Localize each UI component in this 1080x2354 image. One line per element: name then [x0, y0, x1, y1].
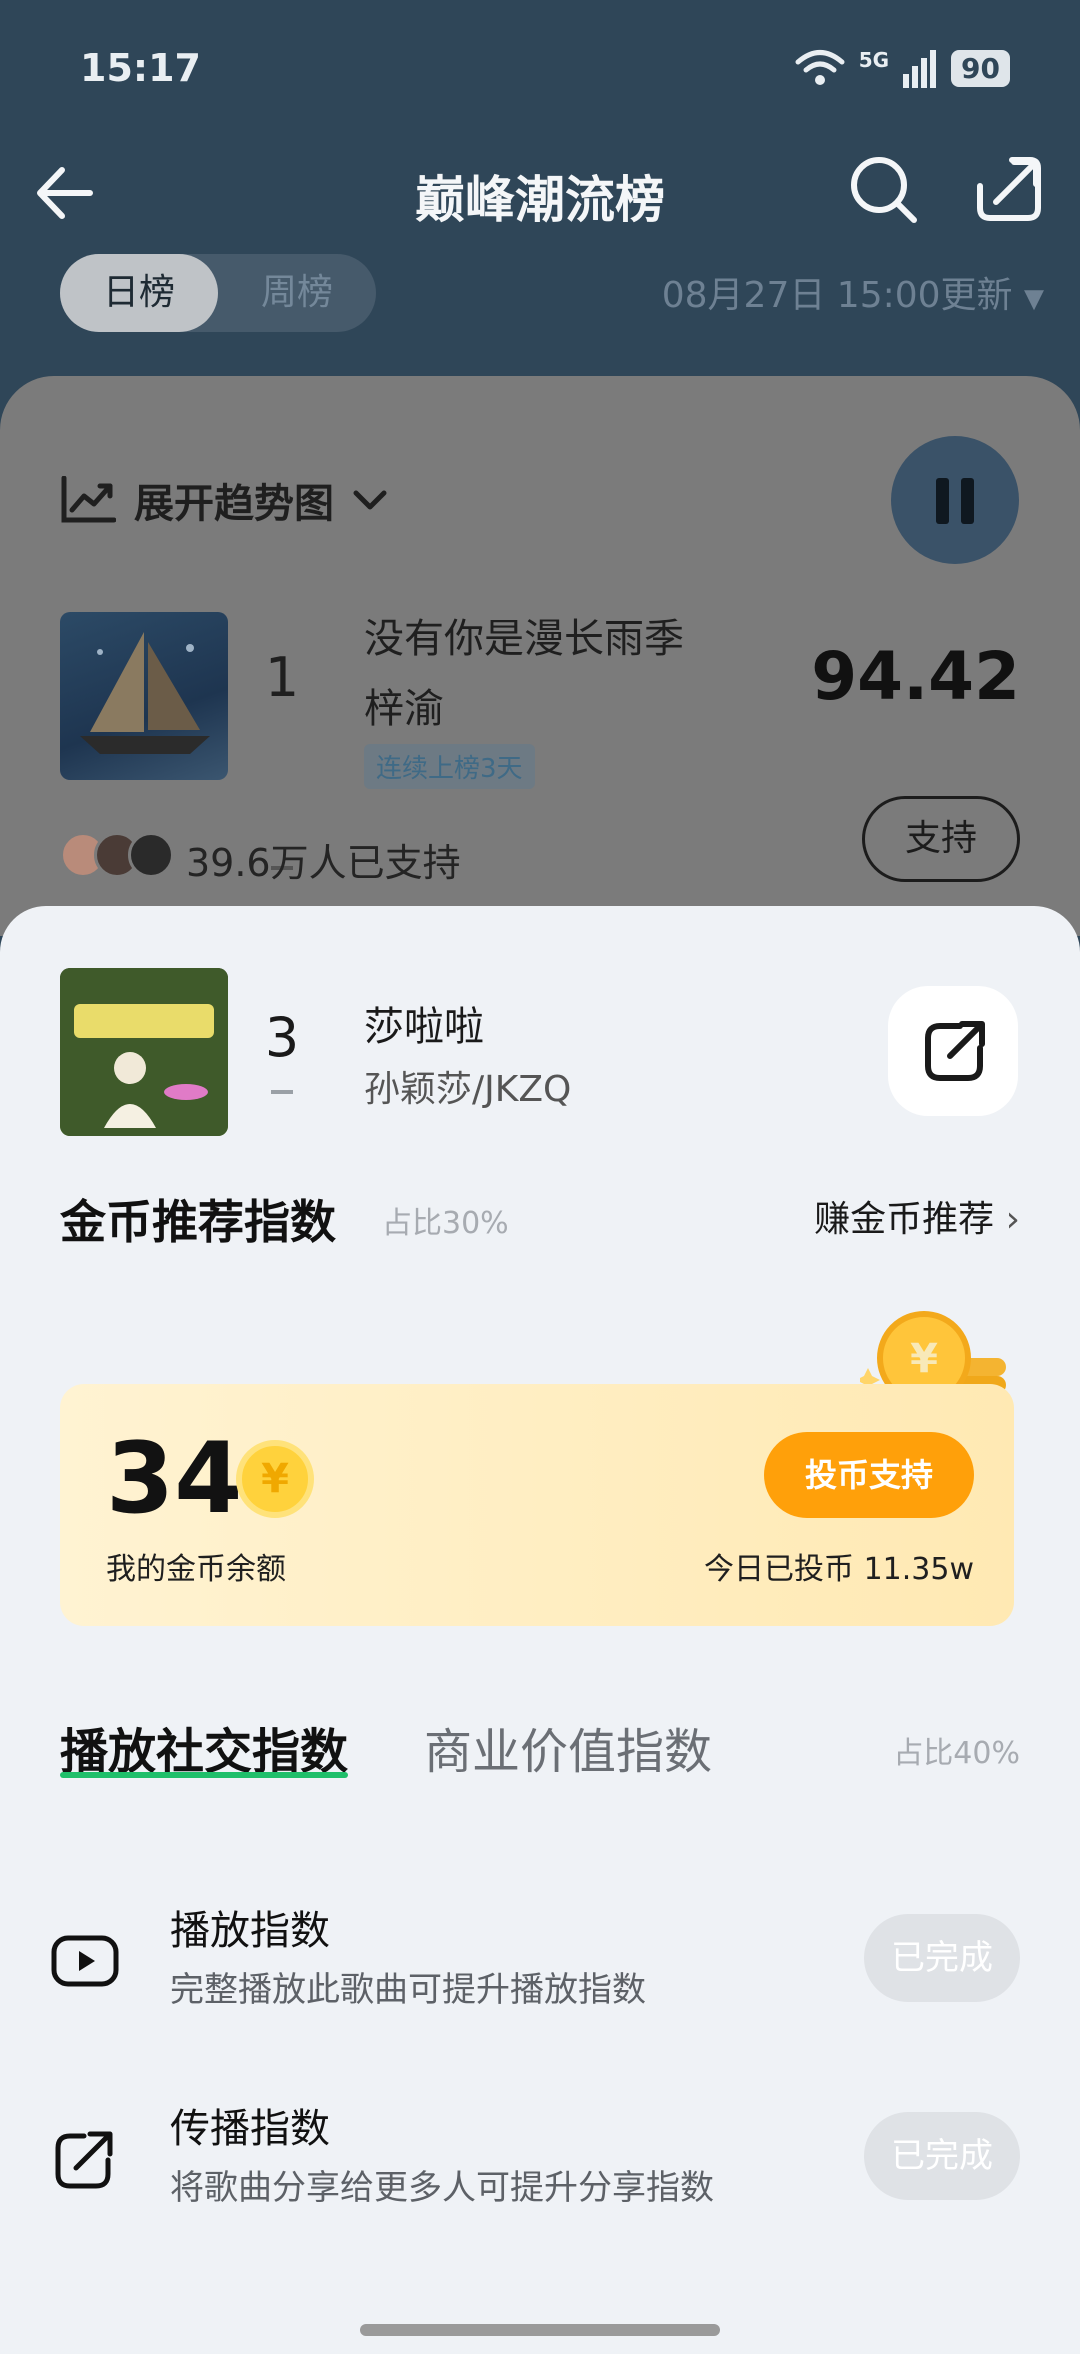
share-icon[interactable]	[972, 152, 1046, 226]
index-ratio: 占比40%	[893, 1736, 1020, 1771]
share-icon	[55, 2131, 113, 2189]
task-play-index: 播放指数 完整播放此歌曲可提升播放指数 已完成	[0, 1894, 1080, 2034]
share-button[interactable]	[888, 986, 1018, 1116]
rank-number: 3	[264, 1006, 300, 1069]
task-title: 播放指数	[170, 1908, 330, 1954]
network-type: 5G	[858, 48, 890, 72]
task-share-index: 传播指数 将歌曲分享给更多人可提升分享指数 已完成	[0, 2092, 1080, 2232]
streak-badge: 连续上榜3天	[364, 744, 535, 789]
supporter-avatars	[60, 832, 174, 878]
earn-coins-link[interactable]: 赚金币推荐 ›	[814, 1190, 1020, 1242]
support-button[interactable]: 支持	[862, 796, 1020, 882]
earn-coins-label: 赚金币推荐	[814, 1199, 995, 1240]
tab-daily[interactable]: 日榜	[60, 254, 218, 332]
wifi-icon	[795, 50, 845, 85]
today-coins: 今日已投币 11.35w	[704, 1552, 974, 1587]
status-icons: 5G 90	[795, 48, 1010, 88]
tab-commercial[interactable]: 商业价值指数	[424, 1712, 712, 1782]
chevron-down-icon	[353, 490, 387, 510]
nav-bar: 巅峰潮流榜	[0, 140, 1080, 240]
completed-button[interactable]: 已完成	[864, 2112, 1020, 2200]
battery-indicator: 90	[951, 49, 1010, 87]
chevron-right-icon: ›	[1005, 1199, 1020, 1240]
chart-card: 展开趋势图 1 没有你是漫长雨季 梓渝 连续上榜3天 94.42 39.6万人已…	[0, 376, 1080, 936]
song-title[interactable]: 没有你是漫长雨季	[364, 606, 684, 664]
trend-chart-icon	[61, 476, 116, 523]
update-time-text: 08月27日 15:00更新	[661, 275, 1013, 316]
task-title: 传播指数	[170, 2106, 330, 2152]
pause-button[interactable]	[891, 436, 1019, 564]
play-icon	[51, 1935, 119, 1987]
coin-ratio: 占比30%	[382, 1206, 509, 1241]
bottom-sheet: 3 莎啦啦 孙颖莎/JKZQ 金币推荐指数 占比30% 赚金币推荐 › ¥ 34…	[0, 906, 1080, 2354]
share-icon	[925, 1021, 985, 1081]
coin-balance-label: 我的金币余额	[106, 1552, 286, 1587]
artist-name[interactable]: 梓渝	[364, 676, 444, 734]
supporters-count: 39.6万人已支持	[186, 841, 461, 885]
signal-icon	[903, 50, 937, 88]
dropdown-triangle-icon: ▼	[1024, 284, 1044, 314]
status-time: 15:17	[80, 46, 201, 90]
album-cover[interactable]	[60, 612, 228, 780]
song-score: 94.42	[811, 638, 1020, 715]
avatar	[128, 832, 174, 878]
song-title[interactable]: 莎啦啦	[364, 994, 484, 1052]
trend-toggle[interactable]: 展开趋势图	[60, 471, 388, 529]
rank-number: 1	[264, 646, 300, 709]
search-icon[interactable]	[846, 152, 920, 226]
update-time-dropdown[interactable]: 08月27日 15:00更新 ▼	[662, 266, 1044, 318]
sailboat-artwork-icon	[80, 632, 210, 754]
coin-balance: 34	[106, 1422, 243, 1536]
task-desc: 将歌曲分享给更多人可提升分享指数	[170, 2168, 714, 2208]
period-tabs: 日榜 周榜	[60, 254, 376, 332]
completed-button[interactable]: 已完成	[864, 1914, 1020, 2002]
coin-icon: ¥	[236, 1440, 314, 1518]
trend-label: 展开趋势图	[134, 481, 334, 527]
active-tab-underline	[60, 1772, 348, 1778]
rank-change-dash	[271, 1090, 293, 1094]
album-cover[interactable]	[60, 968, 228, 1136]
status-bar: 15:17 5G 90	[0, 0, 1080, 140]
song-artwork-icon	[60, 968, 228, 1136]
svg-text:¥: ¥	[910, 1336, 938, 1382]
vote-coin-button[interactable]: 投币支持	[764, 1432, 974, 1518]
task-desc: 完整播放此歌曲可提升播放指数	[170, 1970, 646, 2010]
tab-weekly[interactable]: 周榜	[218, 254, 376, 332]
home-indicator[interactable]	[360, 2324, 720, 2336]
coin-section-title: 金币推荐指数	[60, 1195, 336, 1249]
artist-name[interactable]: 孙颖莎/JKZQ	[364, 1060, 571, 1112]
coin-balance-card: 34 ¥ 我的金币余额 投币支持 今日已投币 11.35w	[60, 1384, 1014, 1626]
